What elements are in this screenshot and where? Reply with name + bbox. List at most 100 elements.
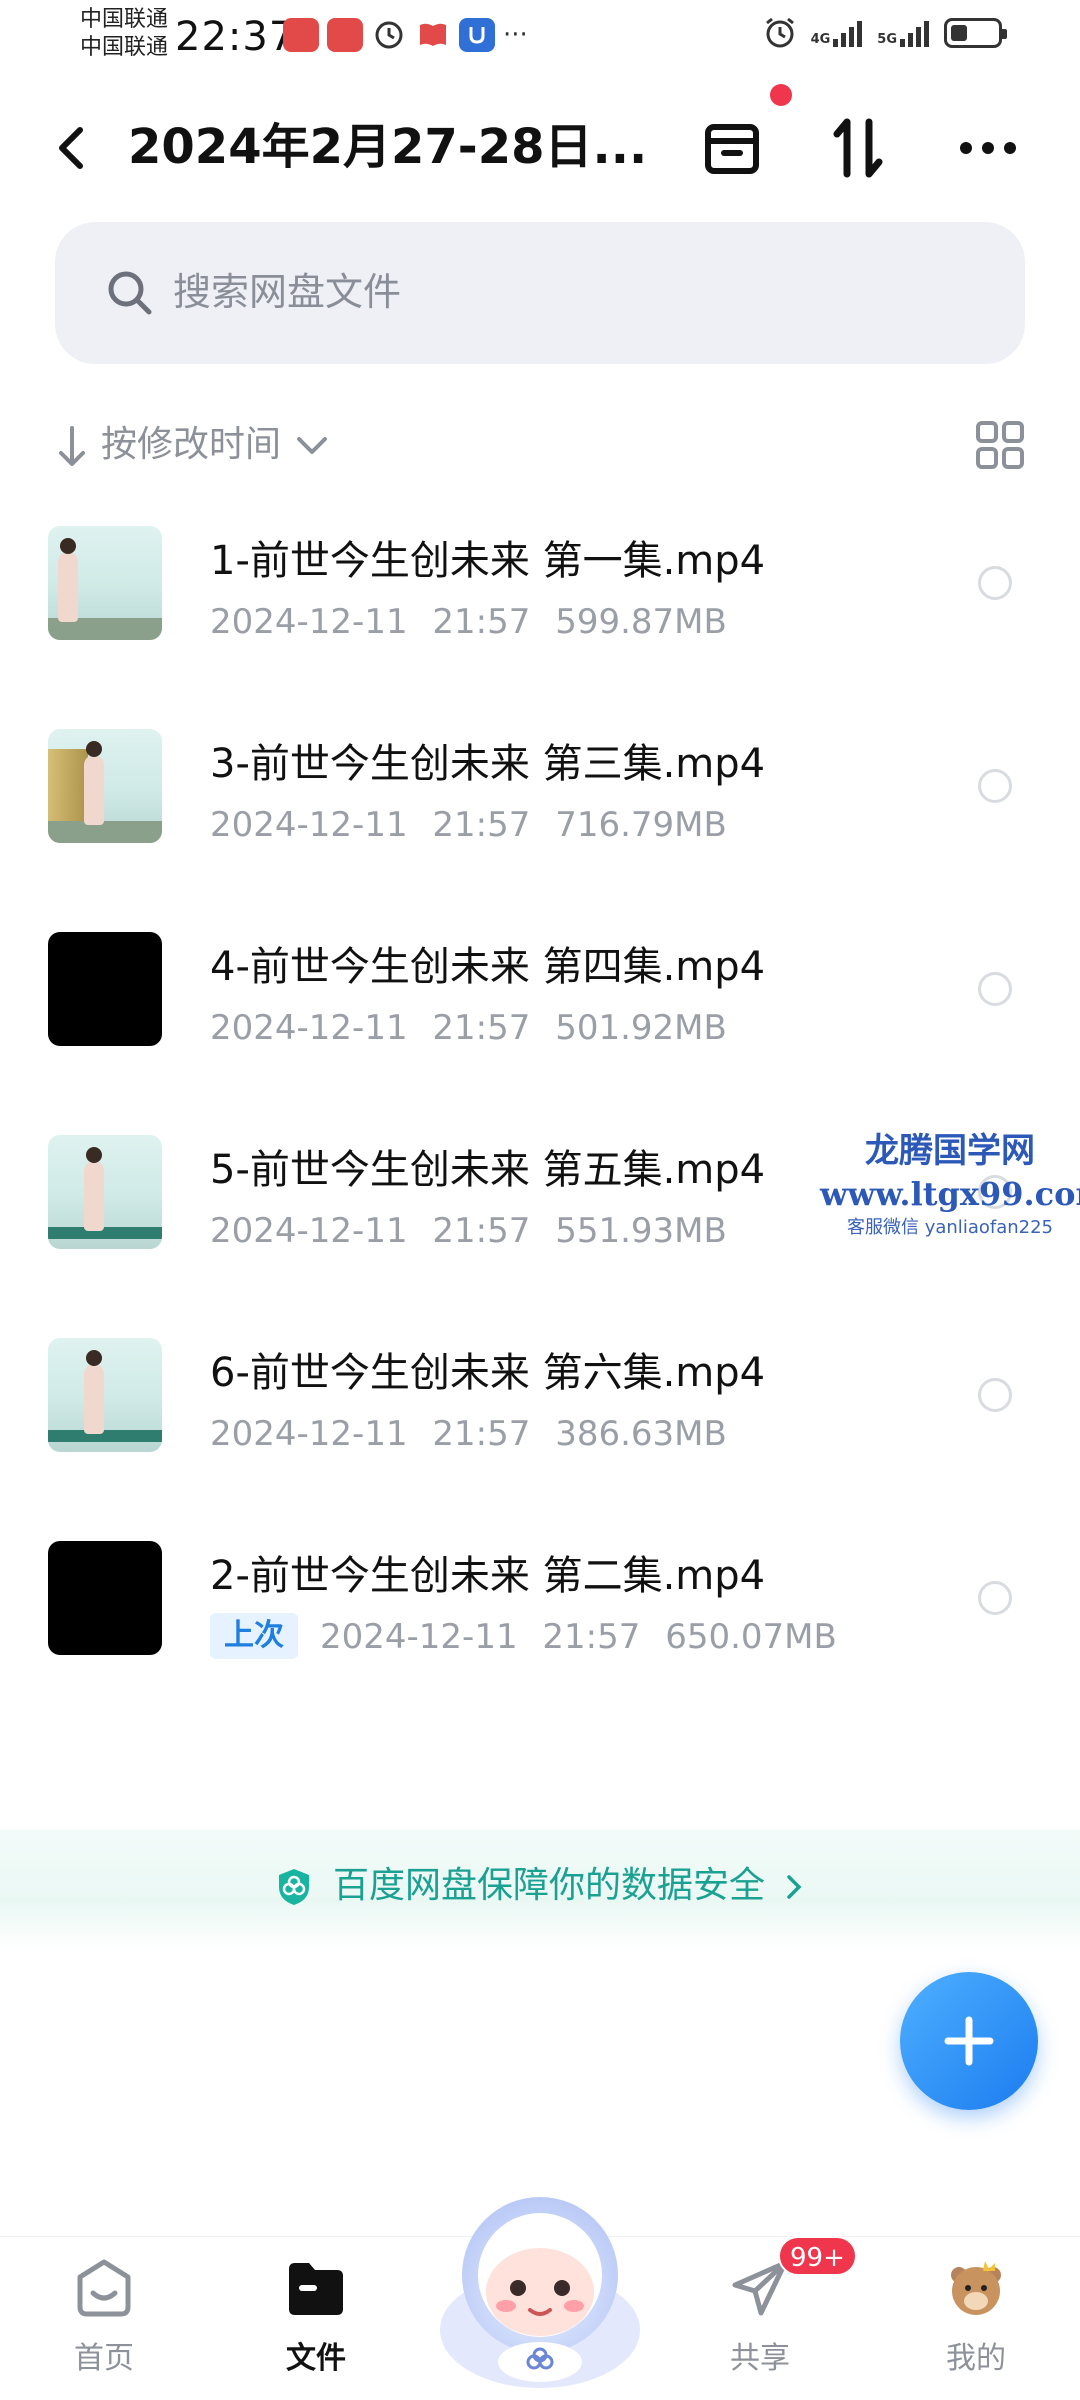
- carrier-1: 中国联通: [80, 7, 169, 32]
- file-name: 5-前世今生创未来 第五集.mp4: [210, 1147, 766, 1193]
- watermark-title: 龙腾国学网: [865, 1131, 1035, 1171]
- page-title: 2024年2月27-28日...: [128, 119, 648, 175]
- file-name: 2-前世今生创未来 第二集.mp4: [210, 1553, 766, 1599]
- file-time: 21:57: [542, 1617, 641, 1657]
- tab-mine-label: 我的: [946, 2341, 1006, 2376]
- watermark-contact: 客服微信 yanliaofan225: [847, 1217, 1053, 1238]
- home-icon: [77, 2259, 131, 2317]
- tab-files[interactable]: 文件: [246, 2257, 386, 2397]
- file-date: 2024-12-11: [210, 1211, 408, 1251]
- video-thumbnail: [48, 932, 162, 1046]
- select-checkbox[interactable]: [978, 1378, 1012, 1412]
- file-size: 599.87MB: [555, 602, 727, 642]
- carrier-2: 中国联通: [80, 35, 169, 60]
- notification-dot: [770, 84, 792, 106]
- file-time: 21:57: [432, 1414, 531, 1454]
- file-meta: 2024-12-11 21:57 386.63MB: [210, 1410, 727, 1458]
- tab-mine[interactable]: 我的: [906, 2257, 1046, 2397]
- tab-files-label: 文件: [286, 2341, 346, 2376]
- file-name: 4-前世今生创未来 第四集.mp4: [210, 944, 766, 990]
- carrier-info: 中国联通 中国联通: [80, 6, 168, 62]
- up-down-arrows-icon: [833, 118, 883, 178]
- select-checkbox[interactable]: [978, 769, 1012, 803]
- more-notifications-icon: ···: [503, 20, 528, 50]
- back-button[interactable]: [50, 118, 94, 178]
- file-time: 21:57: [432, 1008, 531, 1048]
- grid-view-button[interactable]: [975, 420, 1025, 470]
- last-viewed-tag: 上次: [210, 1613, 298, 1659]
- file-meta: 2024-12-11 21:57 716.79MB: [210, 801, 727, 849]
- file-name: 1-前世今生创未来 第一集.mp4: [210, 538, 766, 584]
- select-checkbox[interactable]: [978, 1581, 1012, 1615]
- file-size: 386.63MB: [555, 1414, 727, 1454]
- ai-assistant-button[interactable]: [430, 2180, 650, 2390]
- signal-bars-icon: [900, 21, 929, 47]
- plus-icon: [944, 2016, 994, 2066]
- chevron-right-icon: [787, 1875, 802, 1899]
- avatar-icon: [951, 2261, 1001, 2315]
- video-thumbnail: [48, 1541, 162, 1655]
- folder-icon: [289, 2263, 343, 2315]
- chevron-down-icon: [297, 437, 327, 454]
- file-size: 551.93MB: [555, 1211, 727, 1251]
- more-dots-icon: [960, 142, 1016, 154]
- video-thumbnail: [48, 729, 162, 843]
- chevron-left-icon: [59, 127, 83, 169]
- watermark: 龙腾国学网 www.ltgx99.com 客服微信 yanliaofan225: [820, 1128, 1080, 1242]
- file-size: 501.92MB: [555, 1008, 727, 1048]
- top-bar: 2024年2月27-28日...: [0, 92, 1080, 202]
- security-banner-text: 百度网盘保障你的数据安全: [332, 1865, 765, 1906]
- transfer-box-button[interactable]: [694, 110, 770, 186]
- video-thumbnail: [48, 526, 162, 640]
- sort-label: 按修改时间: [101, 424, 282, 465]
- app-notification-icon: [283, 18, 319, 52]
- signal-1: 4G: [811, 19, 864, 47]
- file-meta: 2024-12-11 21:57 501.92MB: [210, 1004, 727, 1052]
- search-placeholder: 搜索网盘文件: [173, 270, 402, 314]
- signal-2: 5G: [877, 19, 930, 47]
- arrow-down-icon: [59, 426, 85, 466]
- grid-icon: [976, 421, 1024, 469]
- add-button[interactable]: [900, 1972, 1038, 2110]
- file-row[interactable]: 2-前世今生创未来 第二集.mp4 上次 2024-12-11 21:57 650.…: [0, 1523, 1080, 1726]
- signal-bars-icon: [833, 21, 863, 47]
- tab-home[interactable]: 首页: [34, 2257, 174, 2397]
- file-size: 650.07MB: [665, 1617, 837, 1657]
- more-button[interactable]: [950, 110, 1026, 186]
- transfer-list-button[interactable]: [820, 110, 896, 186]
- security-banner[interactable]: 百度网盘保障你的数据安全: [0, 1830, 1080, 1950]
- net-type-2: 5G: [877, 32, 897, 47]
- file-time: 21:57: [432, 602, 531, 642]
- alarm-icon: [765, 17, 794, 48]
- file-row[interactable]: 1-前世今生创未来 第一集.mp4 2024-12-11 21:57 599.87…: [0, 508, 1080, 711]
- box-icon: [705, 124, 759, 174]
- notification-icons: ···: [283, 18, 528, 52]
- file-name: 6-前世今生创未来 第六集.mp4: [210, 1350, 766, 1396]
- timer-icon: [371, 18, 407, 52]
- video-thumbnail: [48, 1135, 162, 1249]
- file-row[interactable]: 4-前世今生创未来 第四集.mp4 2024-12-11 21:57 501.92…: [0, 914, 1080, 1117]
- tab-share-label: 共享: [730, 2341, 790, 2376]
- file-date: 2024-12-11: [210, 1008, 408, 1048]
- file-row[interactable]: 3-前世今生创未来 第三集.mp4 2024-12-11 21:57 716.79…: [0, 711, 1080, 914]
- file-time: 21:57: [432, 1211, 531, 1251]
- battery-icon: [944, 18, 1007, 48]
- mascot-icon: [440, 2197, 640, 2388]
- sort-row: 按修改时间: [55, 416, 1025, 476]
- system-indicators: 4G 5G: [763, 16, 1007, 50]
- status-time: 22:37: [175, 14, 296, 60]
- video-thumbnail: [48, 1338, 162, 1452]
- search-bar[interactable]: 搜索网盘文件: [55, 222, 1025, 364]
- watermark-url: www.ltgx99.com: [820, 1175, 1080, 1213]
- tab-share[interactable]: 共享: [690, 2257, 830, 2397]
- file-time: 21:57: [432, 805, 531, 845]
- file-row[interactable]: 6-前世今生创未来 第六集.mp4 2024-12-11 21:57 386.63…: [0, 1320, 1080, 1523]
- tab-home-label: 首页: [74, 2341, 134, 2376]
- file-date: 2024-12-11: [320, 1617, 518, 1657]
- select-checkbox[interactable]: [978, 566, 1012, 600]
- file-name: 3-前世今生创未来 第三集.mp4: [210, 741, 766, 787]
- battery-level: [951, 25, 967, 41]
- file-date: 2024-12-11: [210, 1414, 408, 1454]
- select-checkbox[interactable]: [978, 972, 1012, 1006]
- file-date: 2024-12-11: [210, 602, 408, 642]
